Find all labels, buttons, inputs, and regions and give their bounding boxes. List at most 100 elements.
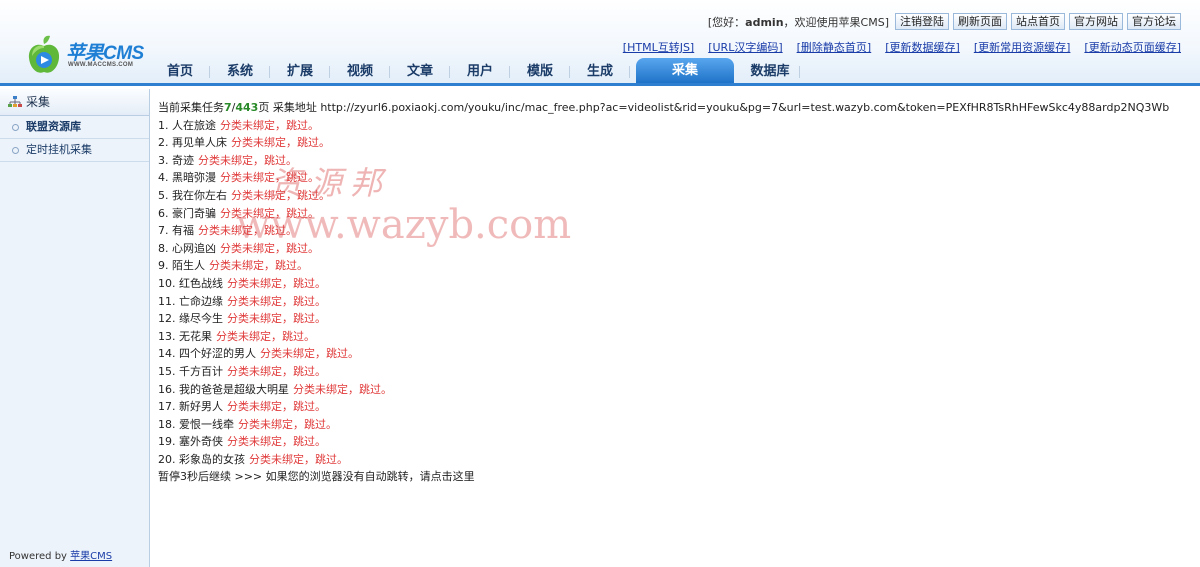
list-item: 7. 有福 分类未绑定，跳过。: [158, 222, 1188, 240]
logout-button[interactable]: 注销登陆: [895, 13, 949, 30]
sidebar-title: 采集: [0, 89, 149, 116]
item-title: 3. 奇迹: [158, 153, 194, 167]
list-item: 11. 亡命边缘 分类未绑定，跳过。: [158, 293, 1188, 311]
list-item: 19. 塞外奇侠 分类未绑定，跳过。: [158, 433, 1188, 451]
item-status: 分类未绑定，跳过。: [227, 400, 326, 414]
item-title: 5. 我在你左右: [158, 188, 227, 202]
item-status: 分类未绑定，跳过。: [227, 276, 326, 290]
tab-article[interactable]: 文章: [390, 60, 450, 83]
list-item: 15. 千方百计 分类未绑定，跳过。: [158, 363, 1188, 381]
tab-database[interactable]: 数据库: [740, 60, 800, 83]
tab-system[interactable]: 系统: [210, 60, 270, 83]
task-total: 443: [235, 101, 259, 114]
list-item: 5. 我在你左右 分类未绑定，跳过。: [158, 187, 1188, 205]
list-item: 1. 人在旅途 分类未绑定，跳过。: [158, 117, 1188, 135]
tab-home[interactable]: 首页: [150, 60, 210, 83]
task-current: 7: [224, 101, 232, 114]
redirect-notice[interactable]: 暂停3秒后继续 >>> 如果您的浏览器没有自动跳转，请点击这里: [158, 468, 1188, 486]
item-title: 8. 心网追凶: [158, 241, 216, 255]
logo[interactable]: 苹果CMS WWW.MACCMS.COM: [26, 34, 156, 78]
quick-links: [HTML互转JS] [URL汉字编码] [删除静态首页] [更新数据缓存] […: [623, 39, 1181, 55]
list-item: 4. 黑暗弥漫 分类未绑定，跳过。: [158, 169, 1188, 187]
list-item: 17. 新好男人 分类未绑定，跳过。: [158, 398, 1188, 416]
item-title: 9. 陌生人: [158, 259, 205, 273]
bullet-icon: [12, 146, 19, 154]
official-site-button[interactable]: 官方网站: [1069, 13, 1123, 30]
update-dynamic-cache-link[interactable]: [更新动态页面缓存]: [1084, 39, 1181, 55]
update-data-cache-link[interactable]: [更新数据缓存]: [885, 39, 960, 55]
tree-icon: [8, 96, 22, 107]
site-home-button[interactable]: 站点首页: [1011, 13, 1065, 30]
item-title: 12. 缘尽今生: [158, 312, 223, 326]
sidebar-item-scheduled-collect[interactable]: 定时挂机采集: [0, 139, 149, 162]
logo-text: 苹果CMS: [66, 43, 144, 64]
update-common-cache-link[interactable]: [更新常用资源缓存]: [974, 39, 1071, 55]
powered-by-link[interactable]: 苹果CMS: [70, 551, 112, 562]
item-title: 17. 新好男人: [158, 400, 223, 414]
list-item: 20. 彩象岛的女孩 分类未绑定，跳过。: [158, 451, 1188, 469]
tab-video[interactable]: 视频: [330, 60, 390, 83]
tab-collect[interactable]: 采集: [636, 58, 734, 83]
apple-logo-icon: [28, 35, 60, 73]
username: admin: [745, 15, 784, 29]
list-item: 14. 四个好涩的男人 分类未绑定，跳过。: [158, 345, 1188, 363]
item-title: 19. 塞外奇侠: [158, 435, 223, 449]
item-status: 分类未绑定，跳过。: [227, 294, 326, 308]
item-status: 分类未绑定，跳过。: [227, 364, 326, 378]
item-title: 1. 人在旅途: [158, 118, 216, 132]
bullet-icon: [12, 123, 19, 131]
top-bar: [您好：admin，欢迎使用苹果CMS] 注销登陆 刷新页面 站点首页 官方网站…: [708, 13, 1181, 30]
item-status: 分类未绑定，跳过。: [220, 118, 319, 132]
list-item: 6. 豪门奇骗 分类未绑定，跳过。: [158, 205, 1188, 223]
task-url: 页 采集地址 http://zyurl6.poxiaokj.com/youku/…: [258, 101, 1170, 114]
item-status: 分类未绑定，跳过。: [260, 347, 359, 361]
list-item: 2. 再见单人床 分类未绑定，跳过。: [158, 134, 1188, 152]
item-status: 分类未绑定，跳过。: [249, 452, 348, 466]
list-item: 3. 奇迹 分类未绑定，跳过。: [158, 152, 1188, 170]
list-item: 8. 心网追凶 分类未绑定，跳过。: [158, 240, 1188, 258]
tab-user[interactable]: 用户: [450, 60, 510, 83]
item-title: 2. 再见单人床: [158, 136, 227, 150]
list-item: 16. 我的爸爸是超级大明星 分类未绑定，跳过。: [158, 381, 1188, 399]
tab-generate[interactable]: 生成: [570, 60, 630, 83]
list-item: 10. 红色战线 分类未绑定，跳过。: [158, 275, 1188, 293]
list-item: 12. 缘尽今生 分类未绑定，跳过。: [158, 310, 1188, 328]
item-status: 分类未绑定，跳过。: [220, 206, 319, 220]
item-title: 13. 无花果: [158, 329, 212, 343]
item-title: 11. 亡命边缘: [158, 294, 223, 308]
html-js-convert-link[interactable]: [HTML互转JS]: [623, 39, 694, 55]
logo-subtitle: WWW.MACCMS.COM: [68, 62, 134, 68]
official-forum-button[interactable]: 官方论坛: [1127, 13, 1181, 30]
main-nav: 首页 系统 扩展 视频 文章 用户 模版 生成 采集 数据库: [150, 58, 800, 83]
header: 苹果CMS WWW.MACCMS.COM [您好：admin，欢迎使用苹果CMS…: [0, 0, 1200, 86]
item-title: 18. 爱恨一线牵: [158, 417, 234, 431]
tab-template[interactable]: 模版: [510, 60, 570, 83]
item-status: 分类未绑定，跳过。: [238, 417, 337, 431]
list-item: 9. 陌生人 分类未绑定，跳过。: [158, 257, 1188, 275]
item-status: 分类未绑定，跳过。: [216, 329, 315, 343]
welcome-text: [您好：admin，欢迎使用苹果CMS]: [707, 15, 889, 29]
item-status: 分类未绑定，跳过。: [220, 241, 319, 255]
url-encode-link[interactable]: [URL汉字编码]: [708, 39, 782, 55]
item-title: 15. 千方百计: [158, 364, 223, 378]
collect-item-list: 1. 人在旅途 分类未绑定，跳过。 2. 再见单人床 分类未绑定，跳过。 3. 奇迹 分类…: [158, 117, 1188, 469]
item-status: 分类未绑定，跳过。: [209, 259, 308, 273]
powered-by: Powered by 苹果CMS: [9, 551, 113, 562]
collect-log: 当前采集任务7/443页 采集地址 http://zyurl6.poxiaokj…: [158, 99, 1188, 486]
list-item: 13. 无花果 分类未绑定，跳过。: [158, 328, 1188, 346]
sidebar-item-union-resource[interactable]: 联盟资源库: [0, 116, 149, 139]
item-status: 分类未绑定，跳过。: [198, 224, 297, 238]
item-title: 4. 黑暗弥漫: [158, 171, 216, 185]
refresh-page-button[interactable]: 刷新页面: [953, 13, 1007, 30]
item-title: 10. 红色战线: [158, 276, 223, 290]
item-status: 分类未绑定，跳过。: [227, 435, 326, 449]
item-status: 分类未绑定，跳过。: [220, 171, 319, 185]
item-title: 6. 豪门奇骗: [158, 206, 216, 220]
item-title: 14. 四个好涩的男人: [158, 347, 256, 361]
sidebar-item-label: 定时挂机采集: [26, 143, 92, 156]
tab-extension[interactable]: 扩展: [270, 60, 330, 83]
item-status: 分类未绑定，跳过。: [293, 382, 392, 396]
sidebar-title-label: 采集: [26, 95, 51, 109]
task-status: 当前采集任务7/443页 采集地址 http://zyurl6.poxiaokj…: [158, 101, 1170, 114]
delete-static-home-link[interactable]: [删除静态首页]: [797, 39, 872, 55]
